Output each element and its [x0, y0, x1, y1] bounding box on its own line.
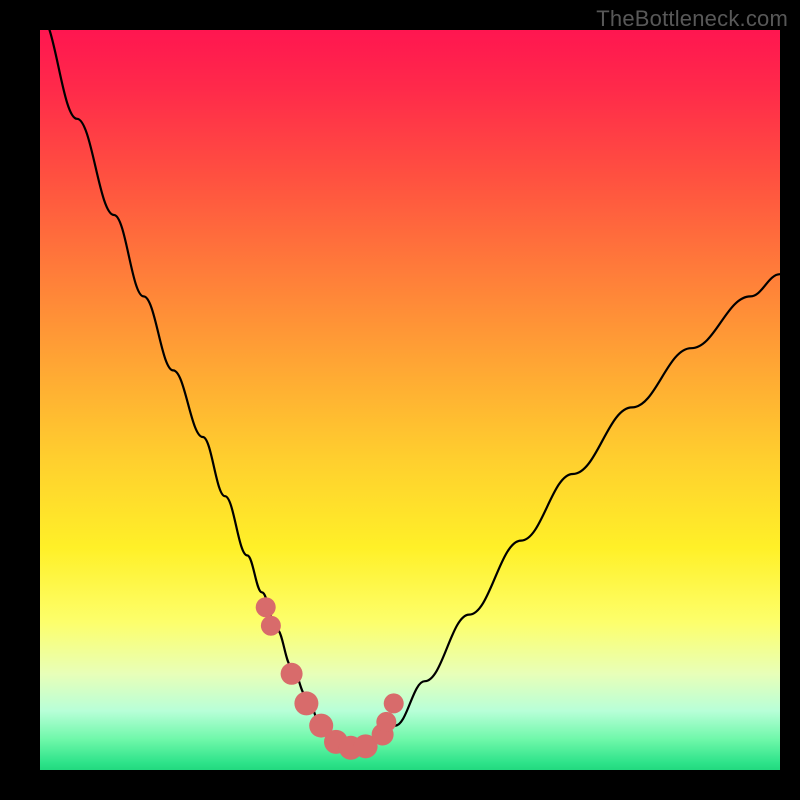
chart-plot-area [40, 30, 780, 770]
highlight-marker [384, 693, 404, 713]
highlight-marker [376, 712, 396, 732]
highlight-marker [261, 616, 281, 636]
watermark-text: TheBottleneck.com [596, 6, 788, 32]
bottleneck-curve [40, 30, 780, 748]
highlight-marker [256, 597, 276, 617]
highlight-marker [281, 663, 303, 685]
highlight-markers [256, 597, 404, 760]
chart-svg [40, 30, 780, 770]
highlight-marker [294, 691, 318, 715]
